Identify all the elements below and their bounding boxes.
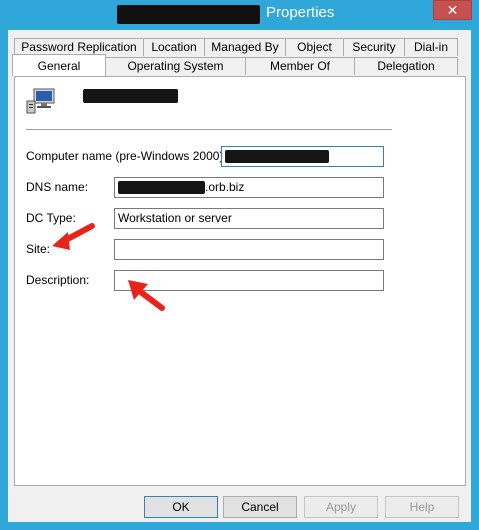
- tab-member-of[interactable]: Member Of: [245, 57, 355, 75]
- computer-icon: [26, 88, 55, 114]
- computer-name-label: Computer name (pre-Windows 2000):: [26, 149, 227, 163]
- dialog-client: Password Replication Location Managed By…: [8, 30, 471, 522]
- description-label: Description:: [26, 273, 90, 287]
- redacted-dns-host: [118, 181, 205, 195]
- tab-delegation[interactable]: Delegation: [354, 57, 458, 75]
- redacted-computer-name-value: [225, 150, 329, 164]
- tab-operating-system[interactable]: Operating System: [105, 57, 246, 75]
- dc-type-field[interactable]: Workstation or server: [114, 208, 384, 229]
- tab-object[interactable]: Object: [285, 38, 344, 56]
- tab-location[interactable]: Location: [143, 38, 205, 56]
- annotation-arrow-description: [128, 280, 165, 311]
- site-label: Site:: [26, 242, 51, 256]
- tab-security[interactable]: Security: [343, 38, 405, 56]
- dns-name-suffix: .orb.biz: [205, 180, 245, 194]
- redacted-computer-name: [117, 5, 260, 24]
- cancel-button[interactable]: Cancel: [223, 496, 297, 518]
- tab-dial-in[interactable]: Dial-in: [404, 38, 458, 56]
- site-field[interactable]: [114, 239, 384, 260]
- dns-name-field[interactable]: .orb.biz: [114, 177, 384, 198]
- tab-managed-by[interactable]: Managed By: [204, 38, 286, 56]
- redacted-object-name: [83, 89, 178, 103]
- title-bar[interactable]: Properties ✕: [0, 0, 479, 30]
- properties-window: Properties ✕ Password Replication Locati…: [0, 0, 479, 530]
- close-button[interactable]: ✕: [433, 0, 472, 20]
- apply-button[interactable]: Apply: [304, 496, 378, 518]
- ok-button[interactable]: OK: [144, 496, 218, 518]
- tab-general[interactable]: General: [12, 54, 106, 76]
- separator-line: [26, 129, 392, 130]
- help-button[interactable]: Help: [385, 496, 459, 518]
- dns-name-label: DNS name:: [26, 180, 89, 194]
- window-title: Properties: [266, 4, 335, 21]
- computer-name-field[interactable]: [221, 146, 384, 167]
- annotation-arrow-site: [52, 223, 95, 250]
